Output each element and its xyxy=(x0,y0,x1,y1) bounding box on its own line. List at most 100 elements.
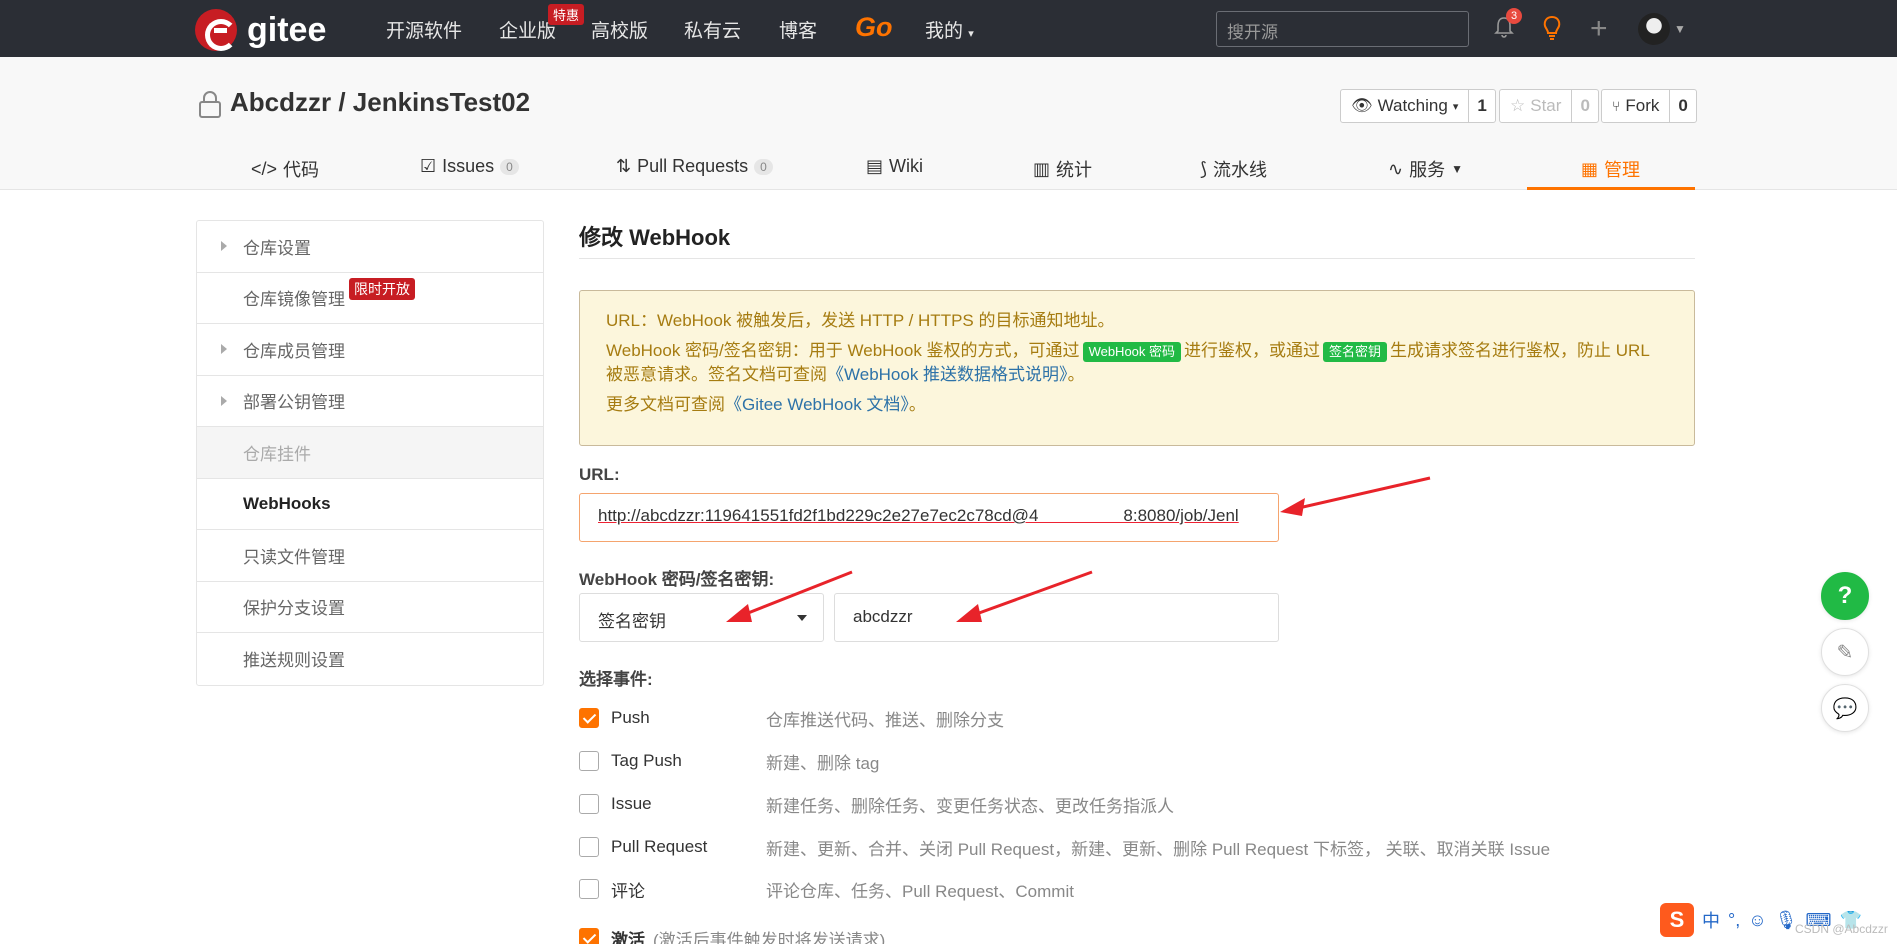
chat-icon: 💬 xyxy=(1832,697,1858,720)
event-issue[interactable]: Issue 新建任务、删除任务、变更任务状态、更改任务指派人 xyxy=(579,792,1174,816)
comment-checkbox[interactable] xyxy=(579,879,599,899)
star-label: Star xyxy=(1530,96,1562,115)
tab-stats[interactable]: ▥ 统计 xyxy=(1033,156,1092,182)
event-comment[interactable]: 评论 评论仓库、任务、Pull Request、Commit xyxy=(579,877,1074,901)
nav-blog[interactable]: 博客 xyxy=(779,16,817,43)
tab-manage[interactable]: ▦ 管理 xyxy=(1581,156,1640,182)
sidebar-item-label: 保护分支设置 xyxy=(243,599,345,619)
activate-desc: (激活后事件触发时将发送请求) xyxy=(653,930,886,944)
webhook-password-pill: WebHook 密码 xyxy=(1082,342,1182,362)
sidebar-item-push-rules[interactable]: 推送规则设置 xyxy=(197,633,543,685)
issues-icon: ☑ xyxy=(420,156,437,176)
tab-wiki[interactable]: ▤ Wiki xyxy=(866,156,923,177)
secret-label: WebHook 密码/签名密钥: xyxy=(579,570,775,589)
tab-label: Wiki xyxy=(889,156,924,176)
fork-button[interactable]: ⑂ Fork xyxy=(1602,90,1671,122)
fork-button-group[interactable]: ⑂ Fork 0 xyxy=(1601,89,1697,123)
sidebar-item-mirror[interactable]: 仓库镜像管理 限时开放 xyxy=(197,273,543,324)
issue-checkbox[interactable] xyxy=(579,794,599,814)
tab-label: 流水线 xyxy=(1213,160,1268,180)
gitee-logo[interactable]: gitee xyxy=(195,9,326,51)
event-name: Pull Request xyxy=(611,837,708,856)
chevron-down-icon: ▾ xyxy=(1452,100,1459,113)
repo-tabs: </> 代码 ☑ Issues 0 ⇅ Pull Requests 0 ▤ Wiki ▥ 统计… xyxy=(0,147,1897,190)
sidebar-item-label: 仓库设置 xyxy=(243,238,311,258)
punctuation-icon[interactable]: °, xyxy=(1728,910,1740,931)
event-push[interactable]: Push 仓库推送代码、推送、删除分支 xyxy=(579,706,1004,730)
push-checkbox[interactable] xyxy=(579,708,599,728)
tab-pull-requests[interactable]: ⇅ Pull Requests 0 xyxy=(616,156,773,177)
enterprise-promo-badge: 特惠 xyxy=(548,4,585,25)
lightbulb-icon[interactable] xyxy=(1540,14,1564,42)
notification-count-badge: 3 xyxy=(1506,8,1522,24)
watch-count[interactable]: 1 xyxy=(1469,90,1494,122)
pipeline-icon: ⟆ xyxy=(1200,158,1208,179)
repo-header: Abcdzzr / JenkinsTest02 👁 Watching ▾ 1 ☆ St… xyxy=(0,57,1897,190)
event-name: 评论 xyxy=(611,881,645,901)
edit-feedback-button[interactable]: ✎ xyxy=(1821,628,1869,676)
event-name: Issue xyxy=(611,794,652,813)
repo-title[interactable]: Abcdzzr / JenkinsTest02 xyxy=(230,87,530,118)
eye-icon: 👁 xyxy=(1351,96,1373,115)
chevron-down-icon[interactable]: ▼ xyxy=(1674,22,1686,36)
emoji-icon[interactable]: ☺ xyxy=(1748,910,1766,931)
edit-icon: ✎ xyxy=(1836,641,1854,664)
search-input[interactable]: 搜开源 xyxy=(1216,11,1469,47)
sidebar-item-label: 部署公钥管理 xyxy=(243,393,345,413)
ime-mode-label[interactable]: 中 xyxy=(1702,907,1720,933)
sidebar-item-webhooks[interactable]: WebHooks xyxy=(197,479,543,530)
payload-format-link[interactable]: 《WebHook 推送数据格式说明》 xyxy=(827,365,1068,384)
tag-push-checkbox[interactable] xyxy=(579,751,599,771)
secret-type-select[interactable]: 签名密钥 xyxy=(579,593,824,642)
notice-text: 更多文档可查阅 xyxy=(606,395,725,414)
star-button-group[interactable]: ☆ Star 0 xyxy=(1499,89,1599,123)
notice-text: 进行鉴权，或通过 xyxy=(1184,341,1321,360)
caret-right-icon xyxy=(221,344,227,354)
sidebar-item-deploy-keys[interactable]: 部署公钥管理 xyxy=(197,376,543,427)
star-button[interactable]: ☆ Star xyxy=(1500,90,1573,122)
sidebar-item-widgets: 仓库挂件 xyxy=(197,427,543,479)
nav-education[interactable]: 高校版 xyxy=(591,16,648,43)
url-input[interactable]: http://abcdzzr:119641551fd2f1bd229c2e27e… xyxy=(579,493,1279,542)
event-pull-request[interactable]: Pull Request 新建、更新、合并、关闭 Pull Request，新建、… xyxy=(579,835,1550,859)
watch-button-group[interactable]: 👁 Watching ▾ 1 xyxy=(1340,89,1496,123)
secret-input[interactable]: abcdzzr xyxy=(834,593,1279,642)
sidebar-item-members[interactable]: 仓库成员管理 xyxy=(197,324,543,376)
sidebar-item-readonly-files[interactable]: 只读文件管理 xyxy=(197,530,543,582)
fork-count[interactable]: 0 xyxy=(1670,90,1695,122)
sidebar-item-repo-settings[interactable]: 仓库设置 xyxy=(197,221,543,273)
help-button[interactable]: ? xyxy=(1821,572,1869,620)
tab-label: 代码 xyxy=(283,160,320,180)
avatar[interactable] xyxy=(1638,13,1670,45)
event-tag-push[interactable]: Tag Push 新建、删除 tag xyxy=(579,749,879,773)
nav-mine-label: 我的 xyxy=(925,21,964,42)
star-count[interactable]: 0 xyxy=(1572,90,1597,122)
chat-button[interactable]: 💬 xyxy=(1821,684,1869,732)
tab-pipeline[interactable]: ⟆ 流水线 xyxy=(1200,156,1267,182)
plus-icon[interactable]: + xyxy=(1590,12,1608,46)
pull-request-checkbox[interactable] xyxy=(579,837,599,857)
tab-services[interactable]: ∿ 服务 ▼ xyxy=(1388,156,1463,182)
tab-code[interactable]: </> 代码 xyxy=(251,156,319,182)
activate-checkbox[interactable] xyxy=(579,928,599,944)
sidebar-item-protected-branches[interactable]: 保护分支设置 xyxy=(197,582,543,633)
pulse-icon: ∿ xyxy=(1388,158,1404,179)
event-desc: 新建、更新、合并、关闭 Pull Request，新建、更新、删除 Pull R… xyxy=(766,839,1551,859)
caret-right-icon xyxy=(221,395,227,406)
nav-mine[interactable]: 我的 ▾ xyxy=(925,16,974,43)
signing-key-pill: 签名密钥 xyxy=(1323,342,1388,362)
webhook-docs-link[interactable]: 《Gitee WebHook 文档》 xyxy=(725,395,909,414)
nav-go[interactable]: Go xyxy=(855,12,893,43)
watermark: CSDN @Abcdzzr xyxy=(1795,922,1888,936)
tab-issues[interactable]: ☑ Issues 0 xyxy=(420,156,519,177)
nav-private-cloud[interactable]: 私有云 xyxy=(684,16,741,43)
nav-open-source[interactable]: 开源软件 xyxy=(386,16,462,43)
tab-count: 0 xyxy=(754,158,773,175)
event-activate[interactable]: 激活 (激活后事件触发时将发送请求) xyxy=(579,926,885,944)
fork-label: Fork xyxy=(1625,96,1660,115)
event-name: Tag Push xyxy=(611,751,682,770)
notice-line-secret: WebHook 密码/签名密钥：用于 WebHook 鉴权的方式，可通过 WebH… xyxy=(606,339,1668,387)
sogou-ime-icon[interactable]: S xyxy=(1660,903,1694,937)
watch-button[interactable]: 👁 Watching ▾ xyxy=(1341,90,1470,122)
chevron-down-icon: ▾ xyxy=(968,28,974,40)
